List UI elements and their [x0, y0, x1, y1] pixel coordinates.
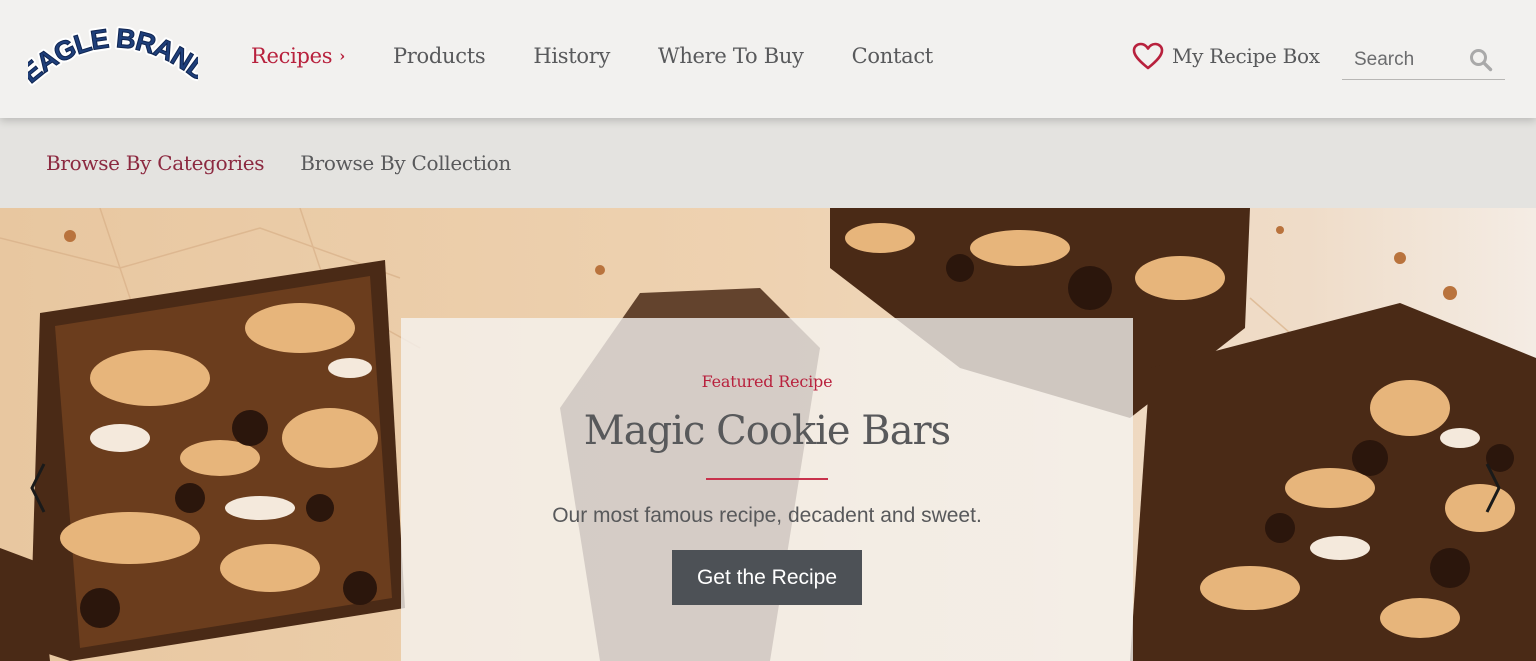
- search-icon[interactable]: [1468, 47, 1494, 73]
- title-divider: [706, 478, 828, 480]
- my-recipe-box-link[interactable]: My Recipe Box: [1132, 42, 1320, 70]
- nav-products[interactable]: Products: [392, 44, 486, 68]
- nav-contact[interactable]: Contact: [851, 44, 934, 68]
- chevron-left-icon[interactable]: [26, 458, 50, 518]
- search-input[interactable]: [1342, 48, 1460, 71]
- subnav-browse-by-collection[interactable]: Browse By Collection: [300, 151, 511, 175]
- nav-history-label: History: [533, 44, 611, 68]
- recipe-description: Our most famous recipe, decadent and swe…: [552, 504, 982, 527]
- svg-text:EAGLE BRAND: EAGLE BRAND: [28, 23, 198, 89]
- main-nav: Recipes › Products History Where To Buy …: [251, 44, 981, 68]
- heart-icon: [1132, 42, 1164, 70]
- get-the-recipe-button[interactable]: Get the Recipe: [672, 550, 862, 605]
- featured-recipe-card: Featured Recipe Magic Cookie Bars Our mo…: [401, 318, 1133, 661]
- featured-recipe-hero: Featured Recipe Magic Cookie Bars Our mo…: [0, 208, 1536, 661]
- featured-recipe-eyebrow: Featured Recipe: [701, 372, 833, 391]
- site-header: EAGLE BRAND EAGLE BRAND Recipes › Produc…: [0, 0, 1536, 118]
- nav-where-to-buy-label: Where To Buy: [658, 44, 804, 68]
- my-recipe-box-label: My Recipe Box: [1172, 44, 1320, 68]
- chevron-right-icon[interactable]: [1481, 458, 1505, 518]
- search-box: [1342, 40, 1505, 80]
- nav-products-label: Products: [392, 44, 486, 68]
- nav-recipes-label: Recipes: [251, 44, 333, 68]
- nav-recipes[interactable]: Recipes ›: [251, 44, 345, 68]
- recipe-title: Magic Cookie Bars: [583, 408, 951, 454]
- subnav-browse-by-categories[interactable]: Browse By Categories: [46, 151, 265, 175]
- chevron-right-icon: ›: [339, 47, 345, 65]
- nav-history[interactable]: History: [533, 44, 610, 68]
- eagle-brand-logo[interactable]: EAGLE BRAND EAGLE BRAND: [28, 22, 198, 94]
- nav-where-to-buy[interactable]: Where To Buy: [658, 44, 804, 68]
- nav-contact-label: Contact: [851, 44, 934, 68]
- recipes-subnav: Browse By Categories Browse By Collectio…: [0, 118, 1536, 208]
